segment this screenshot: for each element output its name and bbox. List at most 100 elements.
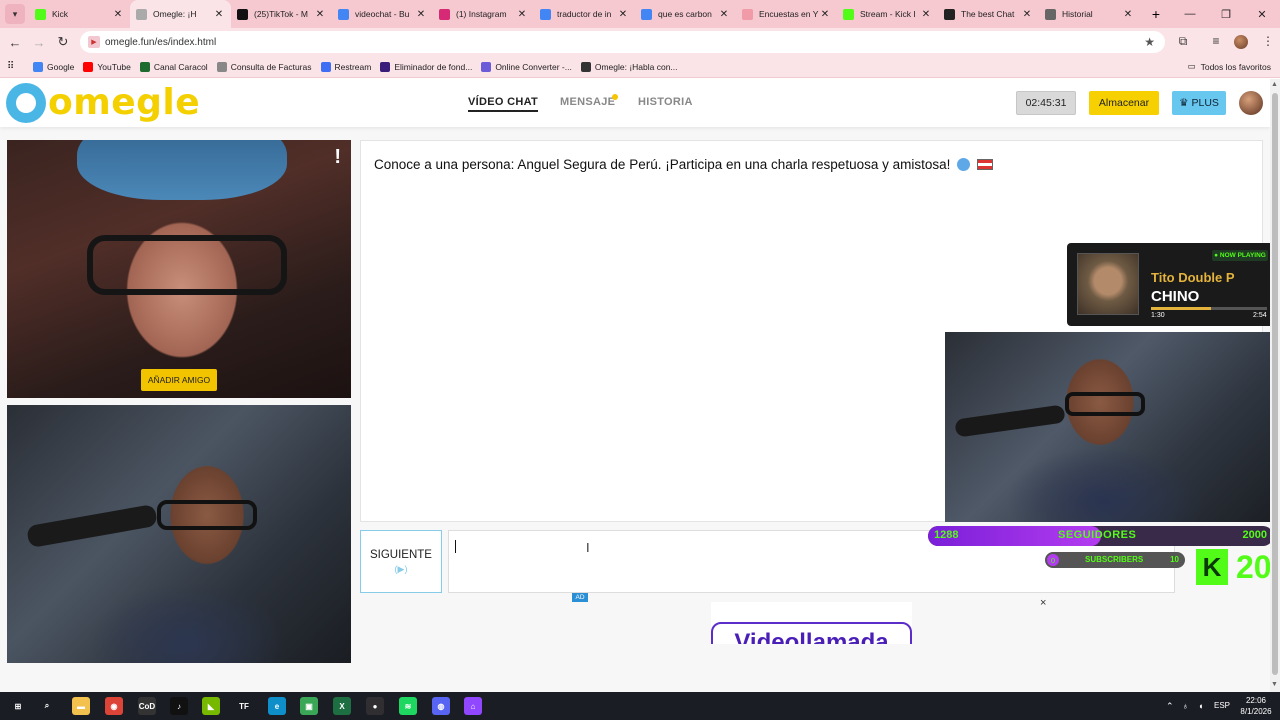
taskbar-twitch-icon[interactable]: ⌂ [464, 697, 482, 715]
apps-grid-icon[interactable]: ⠿ [7, 61, 21, 72]
browser-tab[interactable]: Encuestas en Y ✕ [736, 0, 837, 28]
tab-close-icon[interactable]: ✕ [718, 9, 730, 20]
tab-close-icon[interactable]: ✕ [1021, 9, 1033, 20]
user-avatar[interactable] [1239, 91, 1263, 115]
bookmark-list: Google YouTube Canal Caracol Consulta de Fa… [33, 61, 687, 72]
taskbar-tf-icon[interactable]: TF [235, 697, 253, 715]
taskbar-discord-like-icon[interactable]: ◍ [432, 697, 450, 715]
browser-tab[interactable]: Historial ✕ [1039, 0, 1140, 28]
browser-tab[interactable]: (1) Instagram ✕ [433, 0, 534, 28]
tab-close-icon[interactable]: ✕ [112, 9, 124, 20]
browser-tab[interactable]: traductor de in ✕ [534, 0, 635, 28]
browser-tab[interactable]: The best Chat ✕ [938, 0, 1039, 28]
next-button[interactable]: SIGUIENTE (▶) [360, 530, 442, 593]
nav-video-chat[interactable]: VÍDEO CHAT [468, 96, 539, 112]
self-video [7, 405, 351, 663]
back-button[interactable]: ← [3, 35, 27, 50]
taskbar-excel-icon[interactable]: X [333, 697, 351, 715]
bookmark-item[interactable]: Google [33, 61, 75, 72]
close-window-button[interactable]: ✕ [1244, 0, 1280, 28]
bookmark-item[interactable]: Eliminador de fond... [380, 61, 472, 72]
nav-history[interactable]: HISTORIA [638, 96, 693, 108]
browser-menu-icon[interactable]: ⋮ [1260, 34, 1276, 50]
reload-button[interactable]: ↻ [51, 34, 75, 50]
browser-tab[interactable]: videochat - Bu ✕ [332, 0, 433, 28]
nav-message[interactable]: MENSAJE [560, 96, 615, 108]
tab-close-icon[interactable]: ✕ [920, 9, 932, 20]
message-notification-dot [612, 94, 618, 100]
browser-tab[interactable]: Omegle: ¡H ✕ [130, 0, 231, 28]
minimize-button[interactable]: — [1172, 0, 1208, 28]
promo-banner[interactable]: Videollamada [711, 602, 912, 644]
bookmark-label: Google [47, 61, 75, 72]
tray-chevron-icon[interactable]: ⌃ [1166, 701, 1174, 712]
tab-close-icon[interactable]: ✕ [314, 9, 326, 20]
taskbar-nvidia-icon[interactable]: ◣ [202, 697, 220, 715]
report-icon[interactable]: ! [334, 146, 341, 169]
scrollbar-thumb[interactable] [1272, 93, 1278, 675]
all-bookmarks-label: Todos los favoritos [1200, 61, 1271, 72]
bookmark-item[interactable]: Omegle: ¡Habla con... [580, 61, 678, 72]
site-info-icon[interactable]: ▶ [88, 36, 100, 48]
taskbar-cod-icon[interactable]: CoD [138, 697, 156, 715]
bookmark-item[interactable]: Canal Caracol [139, 61, 208, 72]
browser-tab[interactable]: (25)TikTok - M ✕ [231, 0, 332, 28]
address-bar[interactable]: ▶ omegle.fun/es/index.html ★ [80, 31, 1165, 53]
extensions-icon[interactable]: ⧉ [1175, 34, 1191, 50]
page-scrollbar[interactable]: ▲ ▼ [1270, 79, 1280, 692]
taskbar-explorer-icon[interactable]: ▬ [72, 697, 90, 715]
taskbar-start-icon[interactable]: ⊞ [9, 697, 27, 715]
tab-close-icon[interactable]: ✕ [516, 9, 528, 20]
scroll-down-icon[interactable]: ▼ [1271, 681, 1278, 688]
microphone-tray-icon[interactable]: ♁ [1182, 701, 1189, 711]
taskbar-spotify-icon[interactable]: ≋ [399, 697, 417, 715]
bookmark-item[interactable]: Consulta de Facturas [216, 61, 312, 72]
session-timer: 02:45:31 [1016, 91, 1076, 115]
bookmark-favicon-icon [481, 61, 492, 72]
store-button[interactable]: Almacenar [1089, 91, 1159, 115]
plus-button[interactable]: ♛ PLUS [1172, 91, 1226, 115]
browser-tab[interactable]: Stream - Kick I ✕ [837, 0, 938, 28]
forward-button[interactable]: → [27, 35, 51, 50]
browser-tab-strip: ▾ Kick ✕ Omegle: ¡H ✕ (25)TikTok - M ✕ videoch… [0, 0, 1280, 28]
volume-icon[interactable]: ◖ [1198, 701, 1203, 711]
tab-label: (25)TikTok - M [254, 9, 308, 19]
tab-label: Encuestas en Y [759, 9, 819, 19]
language-indicator[interactable]: ESP [1214, 701, 1230, 710]
tab-search-button[interactable]: ▾ [5, 4, 25, 24]
browser-tab[interactable]: que es carbon ✕ [635, 0, 736, 28]
tab-close-icon[interactable]: ✕ [1122, 9, 1134, 20]
new-tab-button[interactable]: + [1146, 6, 1166, 22]
tab-close-icon[interactable]: ✕ [819, 9, 831, 20]
promo-close-icon[interactable]: × [1040, 597, 1046, 609]
taskbar-search-icon[interactable]: ⌕ [38, 697, 56, 715]
tab-close-icon[interactable]: ✕ [213, 9, 225, 20]
tab-favicon-icon [742, 8, 753, 20]
subscribers-current: 0 [1047, 554, 1059, 566]
system-clock[interactable]: 22:06 8/1/2026 [1238, 695, 1274, 717]
taskbar-phone-icon[interactable]: ▣ [300, 697, 318, 715]
tab-close-icon[interactable]: ✕ [415, 9, 427, 20]
taskbar-tiktok-icon[interactable]: ♪ [170, 697, 188, 715]
add-friend-button[interactable]: AÑADIR AMIGO [141, 369, 217, 391]
tab-close-icon[interactable]: ✕ [617, 9, 629, 20]
bookmark-star-icon[interactable]: ★ [1144, 35, 1155, 49]
all-bookmarks[interactable]: ▭ Todos los favoritos [1188, 61, 1271, 72]
maximize-button[interactable]: ❐ [1208, 0, 1244, 28]
taskbar-obs-icon[interactable]: ● [366, 697, 384, 715]
bookmark-item[interactable]: Online Converter -... [481, 61, 572, 72]
browser-tab[interactable]: Kick ✕ [29, 0, 130, 28]
tab-favicon-icon [136, 8, 147, 20]
taskbar-edge-icon[interactable]: e [268, 697, 286, 715]
taskbar-chrome-icon[interactable]: ◉ [105, 697, 123, 715]
bookmark-item[interactable]: Restream [320, 61, 371, 72]
bookmark-item[interactable]: YouTube [83, 61, 131, 72]
bookmarks-bar: ⠿ Google YouTube Canal Caracol Consulta de … [0, 56, 1280, 78]
tab-favicon-icon [540, 8, 551, 20]
track-progress [1151, 307, 1267, 310]
scroll-up-icon[interactable]: ▲ [1271, 81, 1278, 88]
media-controls-icon[interactable]: ≡ [1208, 34, 1224, 50]
profile-avatar[interactable] [1234, 35, 1248, 49]
microphone-shape [954, 404, 1066, 438]
omegle-logo[interactable]: omegle [6, 82, 200, 123]
